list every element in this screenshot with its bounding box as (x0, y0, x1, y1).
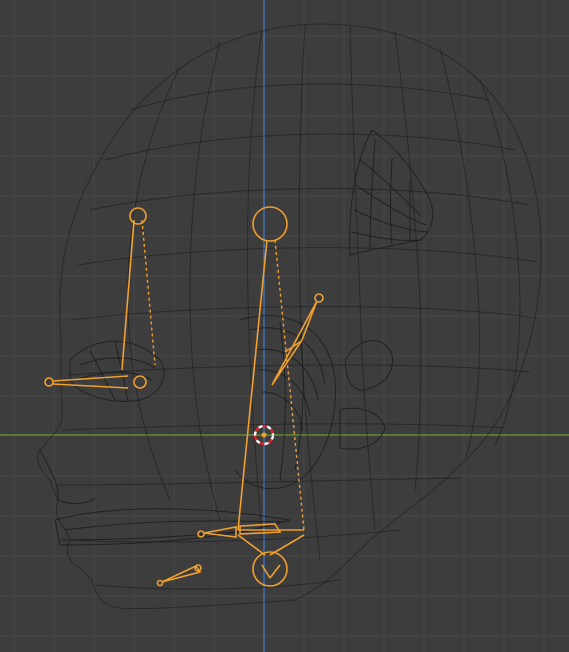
bone-lip-lower[interactable] (156, 564, 202, 587)
bone-eye[interactable] (44, 375, 147, 389)
viewport-canvas[interactable] (0, 0, 569, 652)
floor-grid (0, 0, 569, 652)
bone-jaw[interactable] (237, 534, 305, 587)
bone-cheek[interactable] (271, 293, 324, 386)
nose-mesh (39, 449, 96, 504)
3d-viewport[interactable] (0, 0, 569, 652)
